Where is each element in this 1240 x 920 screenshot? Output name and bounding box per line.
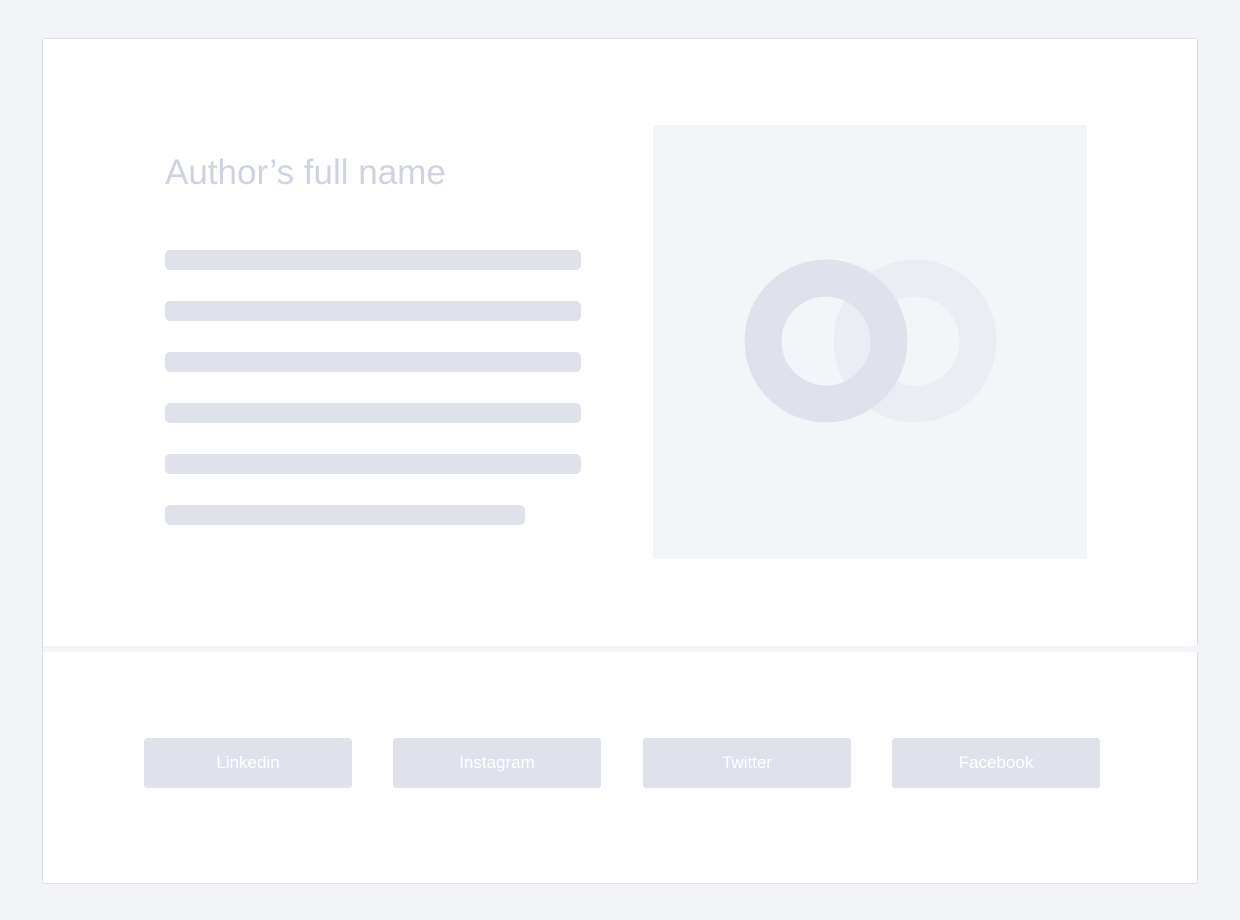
bio-line-placeholder bbox=[165, 352, 581, 372]
linkedin-button[interactable]: Linkedin bbox=[144, 738, 352, 788]
bio-line-placeholder bbox=[165, 403, 581, 423]
bio-line-placeholder bbox=[165, 454, 581, 474]
image-placeholder-icon bbox=[744, 259, 997, 423]
bio-line-placeholder bbox=[165, 301, 581, 321]
author-photo-placeholder bbox=[653, 125, 1087, 559]
twitter-button[interactable]: Twitter bbox=[643, 738, 851, 788]
section-divider bbox=[43, 646, 1199, 652]
bio-line-placeholder bbox=[165, 505, 525, 525]
bio-line-placeholder bbox=[165, 250, 581, 270]
author-name: Author’s full name bbox=[165, 153, 446, 192]
author-card: Author’s full name Linkedin Instagram Tw… bbox=[42, 38, 1199, 884]
facebook-button[interactable]: Facebook bbox=[892, 738, 1100, 788]
instagram-button[interactable]: Instagram bbox=[393, 738, 601, 788]
